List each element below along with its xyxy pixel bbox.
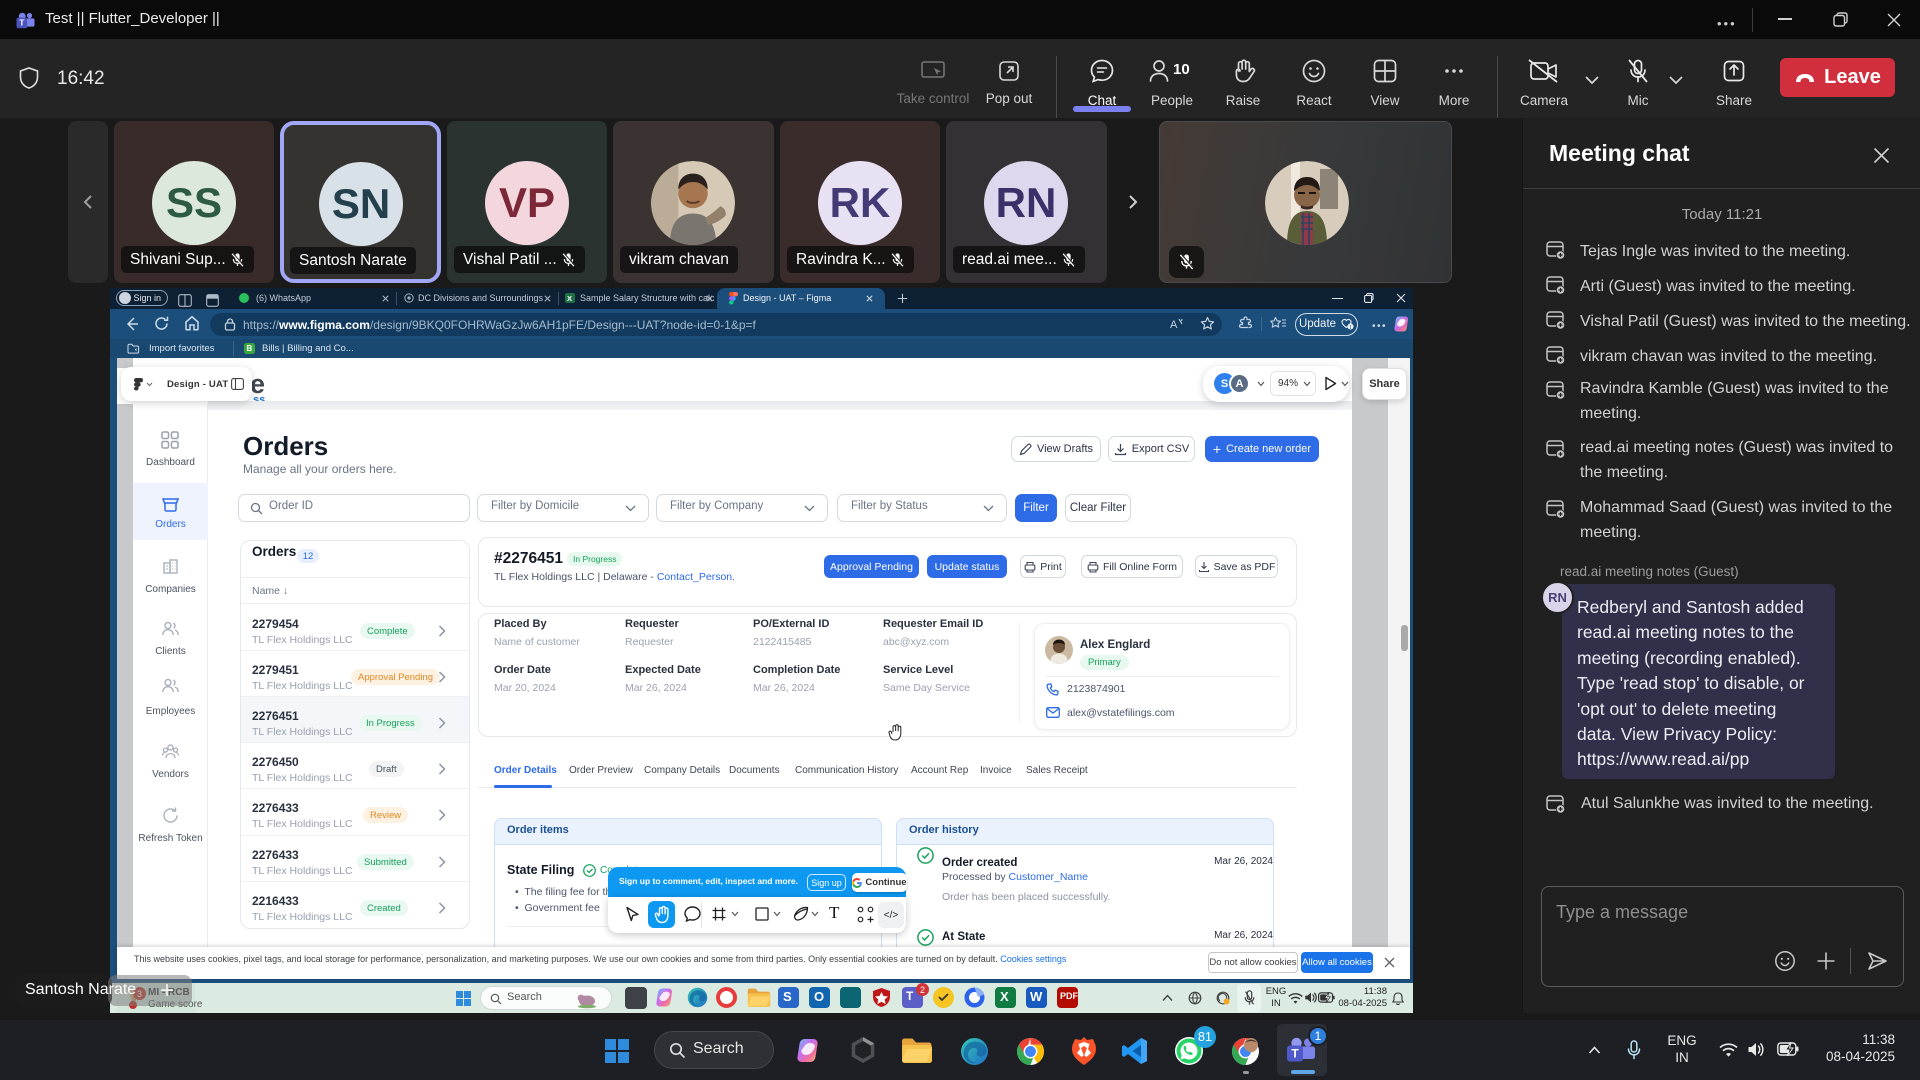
svg-text:10: 10: [1173, 61, 1190, 78]
svg-text:A: A: [1170, 319, 1178, 331]
svg-text:T: T: [1291, 1047, 1299, 1061]
svg-text:T: T: [19, 18, 25, 28]
svg-text:!: !: [1350, 325, 1352, 330]
